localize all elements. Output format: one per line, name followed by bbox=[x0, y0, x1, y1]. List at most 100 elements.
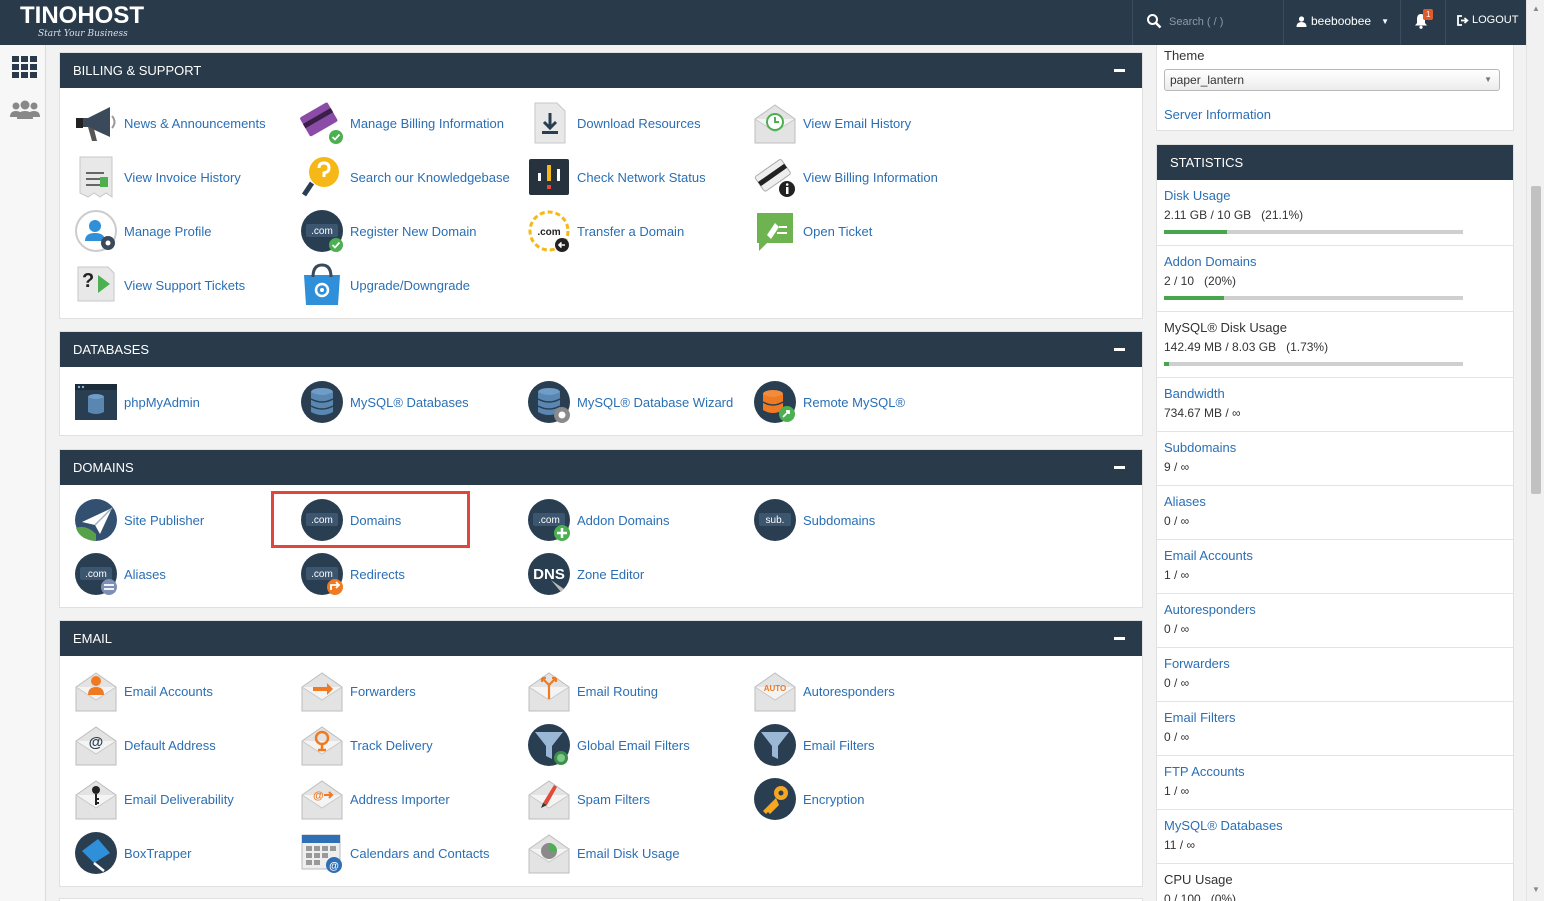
feature-register-domain[interactable]: .com Register New Domain bbox=[299, 208, 476, 254]
panel-header[interactable]: EMAIL bbox=[60, 621, 1142, 656]
feature-label: phpMyAdmin bbox=[124, 394, 200, 410]
svg-text:.com: .com bbox=[85, 569, 107, 580]
feature-invoice[interactable]: View Invoice History bbox=[73, 154, 241, 200]
stat-label[interactable]: Email Accounts bbox=[1164, 540, 1513, 563]
feature-megaphone[interactable]: News & Announcements bbox=[73, 100, 266, 146]
feature-calendar[interactable]: @ Calendars and Contacts bbox=[299, 830, 489, 876]
search-input[interactable] bbox=[1169, 13, 1277, 31]
feature-email-disk-usage[interactable]: Email Disk Usage bbox=[526, 830, 680, 876]
email-disk-usage-icon bbox=[526, 830, 572, 876]
stat-label[interactable]: Subdomains bbox=[1164, 432, 1513, 455]
feature-label: Spam Filters bbox=[577, 791, 650, 807]
feature-upgrade[interactable]: Upgrade/Downgrade bbox=[299, 262, 470, 308]
feature-mysql-wizard[interactable]: MySQL® Database Wizard bbox=[526, 379, 733, 425]
feature-subdomains[interactable]: sub. Subdomains bbox=[752, 497, 875, 543]
stat-label[interactable]: MySQL® Databases bbox=[1164, 810, 1513, 833]
apps-grid-icon[interactable] bbox=[12, 56, 37, 78]
feature-global-filters[interactable]: Global Email Filters bbox=[526, 722, 690, 768]
feature-label: Subdomains bbox=[803, 512, 876, 528]
feature-download[interactable]: Download Resources bbox=[526, 100, 701, 146]
feature-remote-mysql[interactable]: Remote MySQL® bbox=[752, 379, 905, 425]
page-scrollbar[interactable]: ▲ ▼ bbox=[1526, 0, 1544, 901]
logout-button[interactable]: LOGOUT bbox=[1457, 14, 1518, 26]
stat-label[interactable]: Email Filters bbox=[1164, 702, 1513, 725]
theme-panel: Theme paper_lantern ▼ Server Information bbox=[1156, 45, 1514, 131]
stat-label[interactable]: Addon Domains bbox=[1164, 246, 1513, 269]
panel-header[interactable]: DOMAINS bbox=[60, 450, 1142, 485]
panel-header[interactable]: BILLING & SUPPORT bbox=[60, 53, 1142, 88]
feature-network-status[interactable]: Check Network Status bbox=[526, 154, 706, 200]
feature-aliases[interactable]: .com Aliases bbox=[73, 551, 166, 597]
usage-bar bbox=[1164, 362, 1463, 366]
feature-email-history[interactable]: View Email History bbox=[752, 100, 911, 146]
users-icon[interactable] bbox=[9, 100, 41, 120]
feature-forwarders[interactable]: Forwarders bbox=[299, 668, 416, 714]
feature-spam-filters[interactable]: Spam Filters bbox=[526, 776, 650, 822]
collapse-icon[interactable] bbox=[1114, 69, 1125, 72]
feature-email-accounts[interactable]: Email Accounts bbox=[73, 668, 213, 714]
logo[interactable]: TINOHOST Start Your Business bbox=[20, 2, 144, 39]
feature-label: Zone Editor bbox=[577, 566, 645, 582]
notifications-button[interactable]: 1 bbox=[1400, 0, 1446, 45]
feature-support-tickets[interactable]: ? View Support Tickets bbox=[73, 262, 245, 308]
collapse-icon[interactable] bbox=[1114, 466, 1125, 469]
stat-row: Email Accounts 1 / ∞ bbox=[1157, 540, 1513, 594]
feature-autoresponders[interactable]: AUTO Autoresponders bbox=[752, 668, 895, 714]
theme-select[interactable]: paper_lantern ▼ bbox=[1164, 69, 1500, 91]
feature-label: Calendars and Contacts bbox=[350, 845, 490, 861]
network-status-icon bbox=[526, 154, 572, 200]
feature-ticket[interactable]: Open Ticket bbox=[752, 208, 872, 254]
feature-boxtrapper[interactable]: BoxTrapper bbox=[73, 830, 191, 876]
scroll-down-icon[interactable]: ▼ bbox=[1532, 885, 1540, 894]
feature-label: Address Importer bbox=[350, 791, 450, 807]
feature-deliverability[interactable]: Email Deliverability bbox=[73, 776, 234, 822]
stat-value: 0 / 100 (0%) bbox=[1164, 892, 1237, 901]
user-menu[interactable]: beeboobee ▼ bbox=[1296, 14, 1389, 28]
feature-encryption[interactable]: Encryption bbox=[752, 776, 864, 822]
stat-label[interactable]: Autoresponders bbox=[1164, 594, 1513, 617]
svg-text:?: ? bbox=[82, 270, 94, 292]
scroll-thumb[interactable] bbox=[1531, 186, 1541, 494]
feature-email-filters[interactable]: Email Filters bbox=[752, 722, 875, 768]
collapse-icon[interactable] bbox=[1114, 348, 1125, 351]
server-information-link[interactable]: Server Information bbox=[1164, 107, 1271, 122]
stat-value: 1 / ∞ bbox=[1164, 784, 1190, 798]
feature-phpmyadmin[interactable]: phpMyAdmin bbox=[73, 379, 200, 425]
feature-transfer-domain[interactable]: .com Transfer a Domain bbox=[526, 208, 684, 254]
feature-zone-editor[interactable]: DNS Zone Editor bbox=[526, 551, 644, 597]
left-rail bbox=[0, 45, 46, 901]
addon-domains-icon: .com bbox=[526, 497, 572, 543]
download-icon bbox=[526, 100, 572, 146]
svg-text:AUTO: AUTO bbox=[764, 684, 787, 693]
scroll-up-icon[interactable]: ▲ bbox=[1532, 4, 1540, 13]
stat-label[interactable]: FTP Accounts bbox=[1164, 756, 1513, 779]
collapse-icon[interactable] bbox=[1114, 637, 1125, 640]
redirects-icon: .com bbox=[299, 551, 345, 597]
feature-redirects[interactable]: .com Redirects bbox=[299, 551, 405, 597]
feature-knowledgebase[interactable]: Search our Knowledgebase bbox=[299, 154, 510, 200]
feature-addon-domains[interactable]: .com Addon Domains bbox=[526, 497, 670, 543]
stat-label[interactable]: Disk Usage bbox=[1164, 180, 1513, 203]
knowledgebase-icon bbox=[299, 154, 345, 200]
feature-profile[interactable]: Manage Profile bbox=[73, 208, 211, 254]
logo-tagline: Start Your Business bbox=[38, 29, 128, 39]
panel-header[interactable]: DATABASES bbox=[60, 332, 1142, 367]
feature-default-address[interactable]: @ Default Address bbox=[73, 722, 216, 768]
stat-label[interactable]: Forwarders bbox=[1164, 648, 1513, 671]
feature-billing-info[interactable]: View Billing Information bbox=[752, 154, 938, 200]
global-filters-icon bbox=[526, 722, 572, 768]
feature-mysql-databases[interactable]: MySQL® Databases bbox=[299, 379, 469, 425]
feature-email-routing[interactable]: Email Routing bbox=[526, 668, 658, 714]
stat-label[interactable]: Bandwidth bbox=[1164, 378, 1513, 401]
stat-row: Forwarders 0 / ∞ bbox=[1157, 648, 1513, 702]
stat-row: Aliases 0 / ∞ bbox=[1157, 486, 1513, 540]
search-box bbox=[1132, 0, 1284, 45]
feature-label: Addon Domains bbox=[577, 512, 670, 528]
feature-address-importer[interactable]: @ Address Importer bbox=[299, 776, 450, 822]
stat-row: Subdomains 9 / ∞ bbox=[1157, 432, 1513, 486]
stat-label[interactable]: Aliases bbox=[1164, 486, 1513, 509]
feature-track-delivery[interactable]: Track Delivery bbox=[299, 722, 433, 768]
feature-credit-card[interactable]: Manage Billing Information bbox=[299, 100, 504, 146]
feature-site-publisher[interactable]: Site Publisher bbox=[73, 497, 204, 543]
panel-title: EMAIL bbox=[73, 631, 113, 646]
